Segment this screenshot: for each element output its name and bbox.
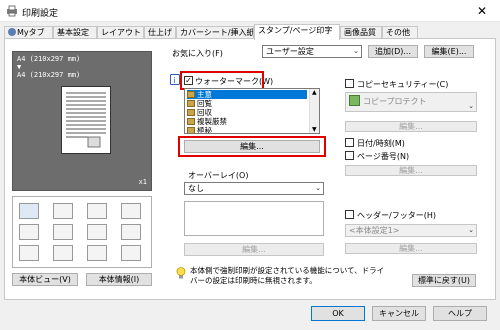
header-footer-edit-button[interactable]: 編集...: [345, 243, 477, 254]
watermark-list[interactable]: 主意 回覧 回収 複製厳禁 極秘 ▲ ▼: [184, 88, 320, 134]
stamp-icon: [187, 91, 195, 98]
scroll-up-icon[interactable]: ▲: [312, 89, 317, 96]
copy-protect-icon: [349, 95, 360, 106]
favorites-select[interactable]: ユーザー設定 ⌄: [262, 45, 362, 58]
overlay-label: オーバーレイ(O): [188, 171, 249, 180]
close-button[interactable]: ✕: [464, 0, 500, 22]
stamp-icon: [187, 127, 195, 133]
punch-icon: [121, 203, 141, 219]
copy-security-edit-button[interactable]: 編集...: [345, 121, 477, 132]
function-icons-panel: [12, 196, 152, 268]
stamp-icon: [187, 118, 195, 125]
stamp-icon: [187, 109, 195, 116]
tab-stamp-page-print[interactable]: スタンプ/ページ印字: [254, 24, 340, 40]
title-bar: 印刷設定 ✕: [0, 0, 500, 22]
list-item[interactable]: 極秘: [187, 126, 212, 133]
list-item[interactable]: 主意: [187, 90, 307, 99]
color-icon: [19, 245, 39, 261]
booklet-icon: [53, 224, 73, 240]
input-icon: [19, 203, 39, 219]
user-icon: [8, 28, 16, 36]
overlay-edit-button[interactable]: 編集...: [184, 243, 324, 256]
chevron-down-icon: ⌄: [315, 184, 321, 192]
copy-security-checkbox[interactable]: [345, 79, 354, 88]
chevron-down-icon: ⌄: [468, 102, 474, 110]
copies-count: x1: [138, 178, 147, 186]
copy-security-select[interactable]: コピープロテクト ⌄: [345, 92, 477, 112]
help-button[interactable]: ヘルプ: [433, 306, 487, 321]
list-item[interactable]: 複製厳禁: [187, 117, 227, 126]
info-icon: i: [170, 74, 180, 85]
datetime-label: 日付/時刻(M): [357, 139, 405, 148]
list-item[interactable]: 回収: [187, 108, 212, 117]
list-item[interactable]: 回覧: [187, 99, 212, 108]
header-footer-select[interactable]: <本体設定1> ⌄: [345, 224, 477, 237]
scroll-down-icon[interactable]: ▼: [312, 126, 317, 133]
datetime-checkbox[interactable]: [345, 138, 354, 147]
close-icon: ✕: [476, 4, 488, 18]
datetime-page-edit-button[interactable]: 編集...: [345, 165, 477, 176]
header-footer-checkbox[interactable]: [345, 210, 354, 219]
tray-icon: [121, 224, 141, 240]
arrow-down-icon: ▼: [17, 63, 22, 71]
printer-view-button[interactable]: 本体ビュー(V): [12, 273, 78, 286]
preview-paper: [61, 86, 111, 154]
secure-print-icon: [87, 245, 107, 261]
window-title: 印刷設定: [22, 9, 59, 19]
fold-icon: [87, 224, 107, 240]
add-favorite-button[interactable]: 追加(D)...: [368, 45, 418, 58]
paper-size-output: A4 (210x297 mm): [17, 71, 81, 79]
printer-app-icon: [7, 5, 17, 17]
printer-info-button[interactable]: 本体情報(I): [86, 273, 152, 286]
lightbulb-icon: [176, 267, 186, 279]
paper-size-original: A4 (210x297 mm): [17, 55, 81, 63]
page-number-checkbox[interactable]: [345, 151, 354, 160]
layout-icon: [53, 203, 73, 219]
stamp-icon: [187, 100, 195, 107]
tab-strip: Myタブ 基本設定 レイアウト 仕上げ カバーシート/挿入紙 スタンプ/ページ印…: [4, 24, 496, 40]
box-save-icon: [121, 245, 141, 261]
staple-icon: [87, 203, 107, 219]
svg-text:i: i: [174, 76, 176, 85]
chevron-down-icon: ⌄: [353, 47, 359, 55]
chevron-down-icon: ⌄: [468, 226, 474, 234]
edit-favorite-button[interactable]: 編集(E)...: [424, 45, 474, 58]
text-lines-graphic: [66, 92, 106, 148]
list-scrollbar[interactable]: ▲ ▼: [309, 89, 319, 133]
favorites-label: お気に入り(F): [172, 49, 223, 58]
restore-defaults-button[interactable]: 標準に戻す(U): [412, 274, 476, 287]
page-number-label: ページ番号(N): [357, 152, 410, 161]
header-footer-label: ヘッダー/フッター(H): [357, 211, 436, 220]
cancel-button[interactable]: キャンセル: [372, 306, 426, 321]
duplex-icon: [19, 224, 39, 240]
page-preview: A4 (210x297 mm) ▼ A4 (210x297 mm) x1: [12, 51, 152, 191]
overlay-preview-box: [184, 201, 324, 236]
user-auth-icon: [53, 245, 73, 261]
watermark-edit-highlight-frame: [178, 136, 326, 157]
ok-button[interactable]: OK: [311, 306, 365, 321]
notice-text: 本体側で強制印刷が設定されている機能について、ドライバーの設定は印刷時に無視され…: [190, 266, 385, 285]
overlay-select[interactable]: なし ⌄: [184, 182, 324, 195]
copy-security-label: コピーセキュリティー(C): [357, 80, 449, 89]
